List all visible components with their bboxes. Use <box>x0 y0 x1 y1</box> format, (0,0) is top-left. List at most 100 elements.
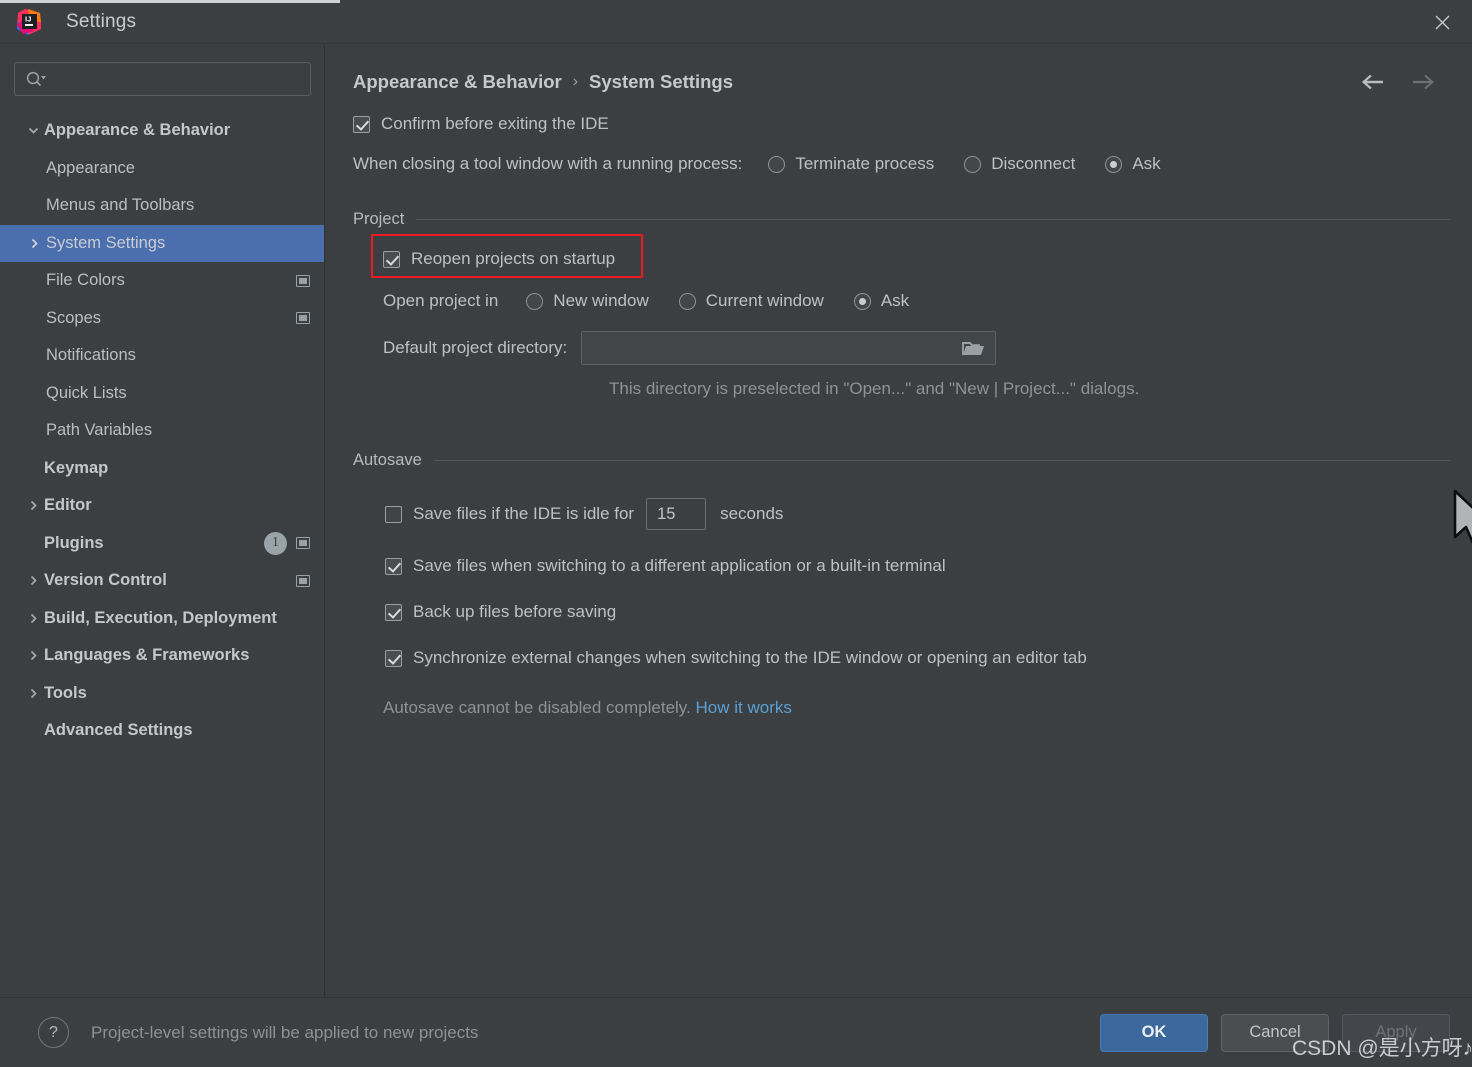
sidebar-item-file-colors[interactable]: File Colors <box>0 262 324 300</box>
sidebar-item-quick-lists[interactable]: Quick Lists <box>0 375 324 413</box>
sidebar-item-label: Build, Execution, Deployment <box>44 608 277 627</box>
autosave-idle-row: Save files if the IDE is idle for 15 sec… <box>385 498 1450 530</box>
open-project-in-radio-group: New window Current window Ask <box>526 291 909 311</box>
chevron-right-icon <box>22 499 44 512</box>
confirm-exit-label: Confirm before exiting the IDE <box>381 114 609 133</box>
open-project-in-radio-ask[interactable]: Ask <box>853 291 910 311</box>
autosave-idle-checkbox[interactable] <box>385 505 402 523</box>
reopen-projects-row[interactable]: Reopen projects on startup <box>371 234 1450 278</box>
default-directory-label: Default project directory: <box>383 338 568 357</box>
search-area <box>0 56 324 106</box>
title-bar: IJ Settings <box>0 0 1472 44</box>
sidebar-item-advanced-settings[interactable]: Advanced Settings <box>0 712 324 750</box>
arrow-right-icon[interactable] <box>1410 74 1436 90</box>
autosave-idle-label-after: seconds <box>720 504 784 523</box>
autosave-option-row[interactable]: Save files when switching to a different… <box>385 556 1450 576</box>
sidebar-item-label: Notifications <box>46 346 136 365</box>
confirm-exit-row[interactable]: Confirm before exiting the IDE <box>353 114 1450 134</box>
apply-button: Apply <box>1342 1013 1450 1052</box>
autosave-option-checkbox[interactable] <box>385 557 402 575</box>
search-input[interactable] <box>14 62 311 96</box>
autosave-option-checkbox[interactable] <box>385 649 402 667</box>
radio-indicator-icon <box>853 292 871 310</box>
breadcrumb-current: System Settings <box>589 71 733 92</box>
autosave-option-checkbox[interactable] <box>385 603 402 621</box>
window-body: Appearance & Behavior Appearance Menus and… <box>0 44 1472 997</box>
radio-indicator-icon <box>964 155 982 173</box>
project-level-setting-icon <box>296 574 310 587</box>
autosave-option-row[interactable]: Back up files before saving <box>385 602 1450 622</box>
sidebar-item-build-execution-deployment[interactable]: Build, Execution, Deployment <box>0 600 324 638</box>
sidebar-item-system-settings[interactable]: System Settings <box>0 224 324 262</box>
chevron-right-icon <box>22 574 44 587</box>
autosave-option-row[interactable]: Synchronize external changes when switch… <box>385 648 1450 668</box>
project-level-setting-icon <box>296 274 310 287</box>
autosave-option-label: Synchronize external changes when switch… <box>413 648 1087 667</box>
default-directory-row: Default project directory: <box>383 331 1450 365</box>
window-title: Settings <box>66 10 137 32</box>
radio-label: New window <box>553 291 649 310</box>
sidebar-item-label: Menus and Toolbars <box>46 196 195 215</box>
closing-tool-window-radio-group: Terminate process Disconnect Ask <box>768 154 1161 174</box>
sidebar-item-keymap[interactable]: Keymap <box>0 450 324 488</box>
closing-tool-window-label: When closing a tool window with a runnin… <box>353 154 743 173</box>
sidebar-item-label: Scopes <box>46 308 102 327</box>
default-directory-input[interactable] <box>581 331 997 365</box>
sidebar-item-appearance-behavior[interactable]: Appearance & Behavior <box>0 112 324 150</box>
sidebar-item-plugins[interactable]: Plugins 1 <box>0 525 324 563</box>
sidebar-item-menus-and-toolbars[interactable]: Menus and Toolbars <box>0 187 324 225</box>
closing-tool-window-radio-terminate-process[interactable]: Terminate process <box>768 154 934 174</box>
sidebar-item-label: Tools <box>44 683 87 702</box>
closing-tool-window-radio-disconnect[interactable]: Disconnect <box>964 154 1075 174</box>
breadcrumb-row: Appearance & Behavior › System Settings <box>353 56 1450 108</box>
closing-tool-window-radio-ask[interactable]: Ask <box>1105 154 1161 174</box>
sidebar-item-editor[interactable]: Editor <box>0 487 324 525</box>
open-project-in-radio-current-window[interactable]: Current window <box>678 291 824 311</box>
autosave-option-label: Save files when switching to a different… <box>413 556 946 575</box>
sidebar-item-label: Appearance & Behavior <box>44 121 231 140</box>
sidebar-item-tools[interactable]: Tools <box>0 675 324 713</box>
open-project-in-radio-new-window[interactable]: New window <box>526 291 649 311</box>
ok-button[interactable]: OK <box>1100 1013 1208 1052</box>
open-project-in-label: Open project in <box>383 291 499 310</box>
reopen-projects-checkbox[interactable] <box>383 250 400 268</box>
sidebar-item-label: Languages & Frameworks <box>44 646 250 665</box>
radio-label: Disconnect <box>991 154 1076 173</box>
chevron-right-icon <box>22 612 44 625</box>
autosave-options: Save files when switching to a different… <box>353 556 1450 668</box>
sidebar-item-languages-frameworks[interactable]: Languages & Frameworks <box>0 637 324 675</box>
settings-tree: Appearance & Behavior Appearance Menus and… <box>0 112 324 750</box>
sidebar-item-label: Keymap <box>44 458 109 477</box>
autosave-idle-seconds-input[interactable]: 15 <box>646 498 707 530</box>
chevron-right-icon <box>22 649 44 662</box>
breadcrumb-parent[interactable]: Appearance & Behavior <box>353 71 562 93</box>
breadcrumb-separator-icon: › <box>572 73 579 90</box>
cancel-button[interactable]: Cancel <box>1221 1013 1329 1052</box>
sidebar-item-appearance[interactable]: Appearance <box>0 150 324 188</box>
settings-window: IJ Settings Appearance & Behavior Appear… <box>0 0 1472 1067</box>
project-section-title: Project <box>353 210 405 228</box>
project-level-setting-icon <box>296 537 310 550</box>
open-project-in-row: Open project in New window Current window… <box>383 291 1450 311</box>
intellij-idea-logo-icon: IJ <box>14 7 44 37</box>
sidebar-item-notifications[interactable]: Notifications <box>0 337 324 375</box>
sidebar-item-label: Plugins <box>44 533 104 552</box>
confirm-exit-checkbox[interactable] <box>353 115 370 133</box>
close-icon[interactable] <box>1412 0 1472 44</box>
question-mark-icon[interactable]: ? <box>38 1017 69 1048</box>
project-section-header: Project <box>353 210 1450 229</box>
sidebar-item-label: Advanced Settings <box>44 721 193 740</box>
svg-text:IJ: IJ <box>25 14 31 23</box>
sidebar-item-scopes[interactable]: Scopes <box>0 300 324 338</box>
mouse-cursor-icon <box>1453 489 1472 557</box>
radio-label: Current window <box>705 291 824 310</box>
sidebar-item-version-control[interactable]: Version Control <box>0 562 324 600</box>
radio-label: Ask <box>880 291 910 310</box>
how-it-works-link[interactable]: How it works <box>696 698 792 717</box>
sidebar-item-path-variables[interactable]: Path Variables <box>0 412 324 450</box>
project-level-setting-icon <box>296 312 310 325</box>
closing-tool-window-row: When closing a tool window with a runnin… <box>353 154 1450 174</box>
radio-indicator-icon <box>768 155 786 173</box>
search-icon <box>26 71 46 87</box>
arrow-left-icon[interactable] <box>1360 74 1386 90</box>
